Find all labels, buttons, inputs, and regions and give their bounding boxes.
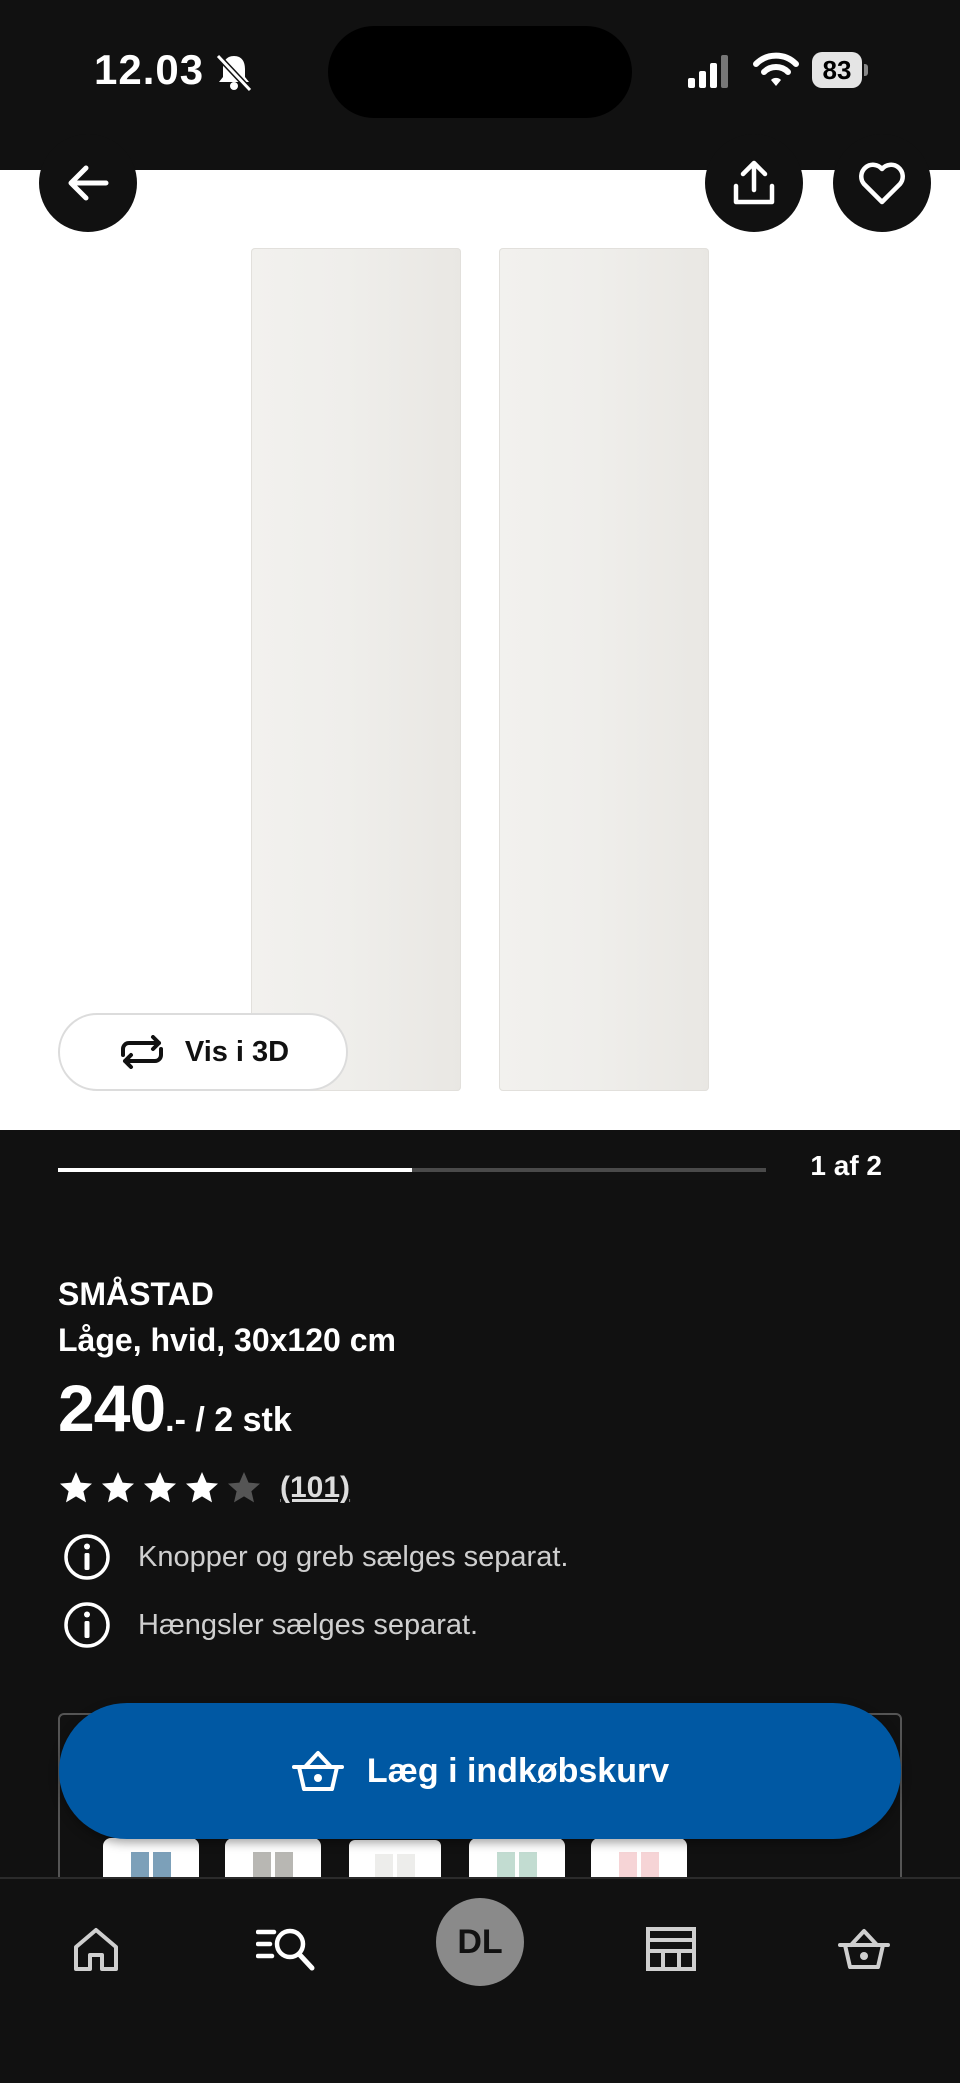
nav-home[interactable] — [46, 1909, 146, 1989]
status-time: 12.03 — [94, 46, 205, 93]
status-bar: 12.03 83 — [0, 0, 960, 170]
bell-muted-icon — [215, 53, 253, 92]
rotate-3d-icon — [120, 1035, 163, 1069]
price-suffix: .- / 2 stk — [165, 1401, 292, 1439]
dynamic-island — [328, 26, 632, 118]
gallery-progress-bar — [58, 1168, 766, 1172]
search-icon — [256, 1928, 315, 1971]
share-button[interactable] — [705, 134, 803, 232]
notice-hinges: Hængsler sælges separat. — [62, 1600, 478, 1650]
product-price: 240.- / 2 stk — [58, 1370, 292, 1446]
notice-text: Knopper og greb sælges separat. — [138, 1540, 569, 1573]
basket-icon — [291, 1751, 344, 1791]
bottom-navigation: DL — [0, 1877, 960, 2083]
add-to-cart-label: Læg i indkøbskurv — [366, 1751, 670, 1790]
back-button[interactable] — [39, 134, 137, 232]
product-description: Låge, hvid, 30x120 cm — [58, 1322, 396, 1358]
star-filled-icon — [186, 1472, 218, 1503]
product-name: SMÅSTAD — [58, 1276, 214, 1312]
gallery-page-indicator: 1 af 2 — [810, 1150, 882, 1181]
nav-search[interactable] — [236, 1909, 336, 1989]
star-filled-icon — [102, 1472, 134, 1503]
share-icon — [733, 160, 775, 205]
cart-icon — [838, 1929, 890, 1969]
rating-stars — [58, 1470, 268, 1506]
nav-profile-avatar[interactable]: DL — [436, 1898, 524, 1986]
favorite-button[interactable] — [833, 134, 931, 232]
home-icon — [74, 1928, 118, 1971]
battery-indicator: 83 — [812, 52, 868, 88]
nav-cart[interactable] — [814, 1909, 914, 1989]
arrow-left-icon — [68, 165, 109, 201]
nav-store[interactable] — [621, 1909, 721, 1989]
wifi-icon — [753, 52, 799, 86]
product-image-door-left — [251, 248, 461, 1091]
info-icon — [64, 1602, 110, 1648]
info-icon — [64, 1534, 110, 1580]
star-filled-icon — [60, 1472, 92, 1503]
price-integer: 240 — [58, 1371, 166, 1445]
view-in-3d-label: Vis i 3D — [184, 1035, 290, 1068]
store-icon — [646, 1927, 696, 1971]
notice-knobs: Knopper og greb sælges separat. — [62, 1532, 568, 1582]
star-empty-icon — [228, 1472, 260, 1503]
product-image-door-right — [499, 248, 709, 1091]
star-filled-icon — [144, 1472, 176, 1503]
review-count-link[interactable]: (101) — [280, 1471, 350, 1505]
notice-text: Hængsler sælges separat. — [138, 1608, 479, 1641]
cellular-signal-icon — [688, 55, 728, 88]
product-image-gallery[interactable] — [0, 170, 960, 1130]
view-in-3d-button[interactable]: Vis i 3D — [58, 1013, 348, 1091]
heart-icon — [859, 162, 905, 205]
add-to-cart-button[interactable]: Læg i indkøbskurv — [59, 1703, 901, 1839]
rating[interactable]: (101) — [58, 1466, 350, 1510]
battery-level: 83 — [822, 55, 852, 85]
gallery-progress-fill — [58, 1168, 412, 1172]
